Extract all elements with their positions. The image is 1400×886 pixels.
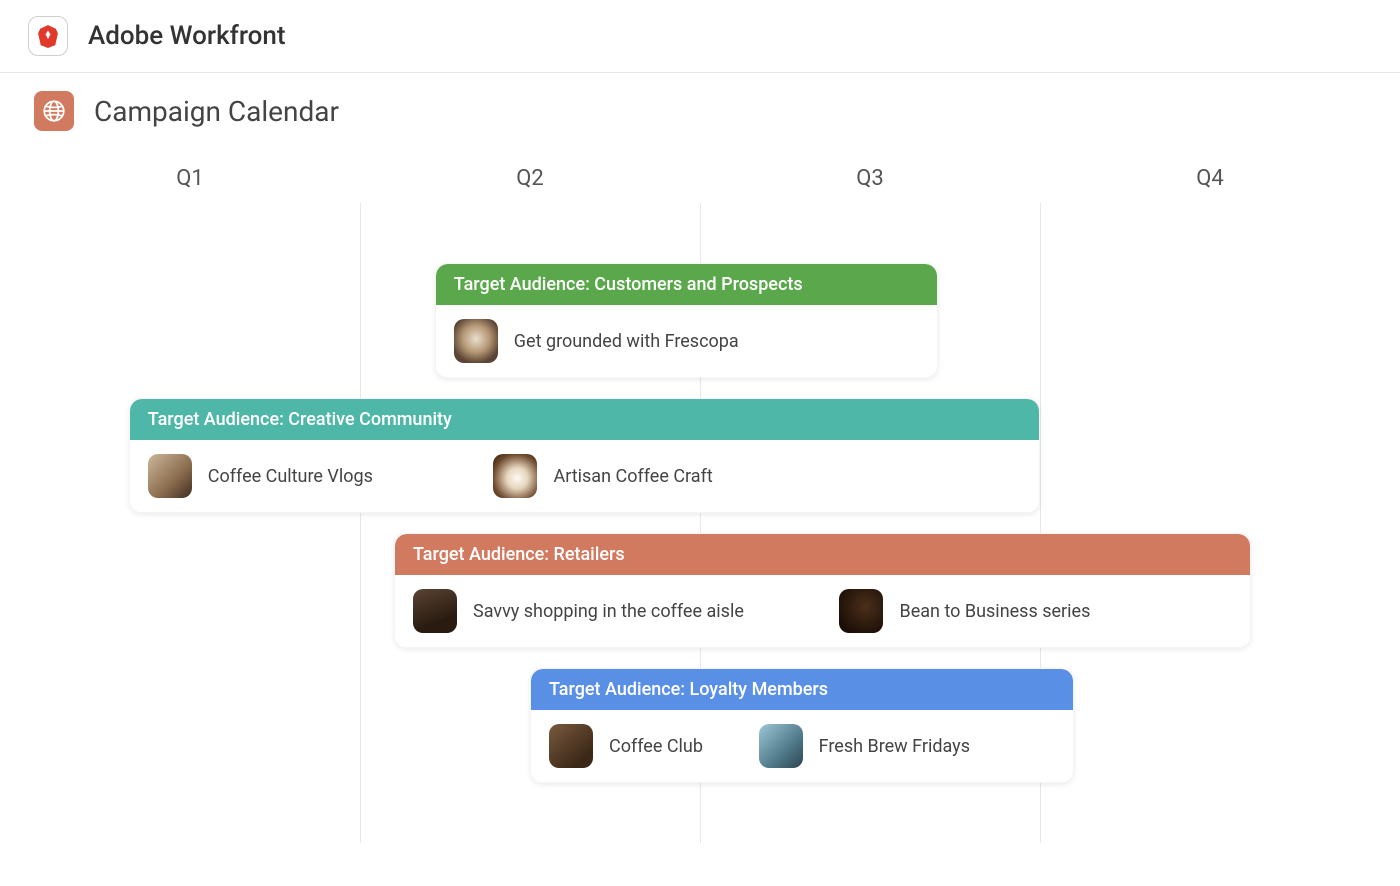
audience-group-items: Coffee Culture Vlogs Artisan Coffee Craft xyxy=(130,440,1039,512)
campaign-item[interactable]: Coffee Club xyxy=(549,724,703,768)
quarter-headers: Q1Q2Q3Q4 xyxy=(20,153,1380,203)
campaign-label: Artisan Coffee Craft xyxy=(553,466,712,487)
quarter-header-q2: Q2 xyxy=(360,166,700,191)
page-title: Campaign Calendar xyxy=(94,95,339,128)
campaign-label: Fresh Brew Fridays xyxy=(819,736,970,757)
audience-group-creative-community[interactable]: Target Audience: Creative CommunityCoffe… xyxy=(129,398,1040,513)
campaign-thumbnail xyxy=(839,589,883,633)
audience-group-loyalty-members[interactable]: Target Audience: Loyalty MembersCoffee C… xyxy=(530,668,1074,783)
audience-group-header[interactable]: Target Audience: Creative Community xyxy=(130,399,1039,440)
audience-group-header[interactable]: Target Audience: Retailers xyxy=(395,534,1250,575)
campaign-item[interactable]: Coffee Culture Vlogs xyxy=(148,454,373,498)
campaign-item[interactable]: Fresh Brew Fridays xyxy=(759,724,970,768)
audience-group-items: Savvy shopping in the coffee aisle Bean t… xyxy=(395,575,1250,647)
quarter-header-q1: Q1 xyxy=(20,166,360,191)
campaign-label: Savvy shopping in the coffee aisle xyxy=(473,601,744,622)
campaign-thumbnail xyxy=(413,589,457,633)
audience-group-items: Coffee Club Fresh Brew Fridays xyxy=(531,710,1073,782)
campaign-label: Bean to Business series xyxy=(899,601,1090,622)
quarter-header-q4: Q4 xyxy=(1040,166,1380,191)
campaign-thumbnail xyxy=(148,454,192,498)
campaign-item[interactable]: Get grounded with Frescopa xyxy=(454,319,739,363)
campaign-item[interactable]: Artisan Coffee Craft xyxy=(493,454,712,498)
campaign-label: Get grounded with Frescopa xyxy=(514,331,739,352)
brand-title: Adobe Workfront xyxy=(88,21,286,51)
campaign-thumbnail xyxy=(493,454,537,498)
page-header: Campaign Calendar xyxy=(0,73,1400,143)
timeline-body: Target Audience: Customers and Prospects… xyxy=(20,203,1380,843)
audience-group-header[interactable]: Target Audience: Customers and Prospects xyxy=(436,264,937,305)
campaign-thumbnail xyxy=(454,319,498,363)
audience-group-header[interactable]: Target Audience: Loyalty Members xyxy=(531,669,1073,710)
globe-icon xyxy=(34,91,74,131)
quarter-header-q3: Q3 xyxy=(700,166,1040,191)
calendar-view: Q1Q2Q3Q4 Target Audience: Customers and … xyxy=(0,153,1400,843)
app-header: Adobe Workfront xyxy=(0,0,1400,73)
audience-group-retailers[interactable]: Target Audience: RetailersSavvy shopping… xyxy=(394,533,1251,648)
campaign-item[interactable]: Savvy shopping in the coffee aisle xyxy=(413,589,744,633)
audience-group-customers-prospects[interactable]: Target Audience: Customers and Prospects… xyxy=(435,263,938,378)
campaign-thumbnail xyxy=(759,724,803,768)
audience-group-items: Get grounded with Frescopa xyxy=(436,305,937,377)
brand-logo-icon xyxy=(28,16,68,56)
campaign-thumbnail xyxy=(549,724,593,768)
campaign-label: Coffee Culture Vlogs xyxy=(208,466,373,487)
campaign-label: Coffee Club xyxy=(609,736,703,757)
campaign-item[interactable]: Bean to Business series xyxy=(839,589,1090,633)
